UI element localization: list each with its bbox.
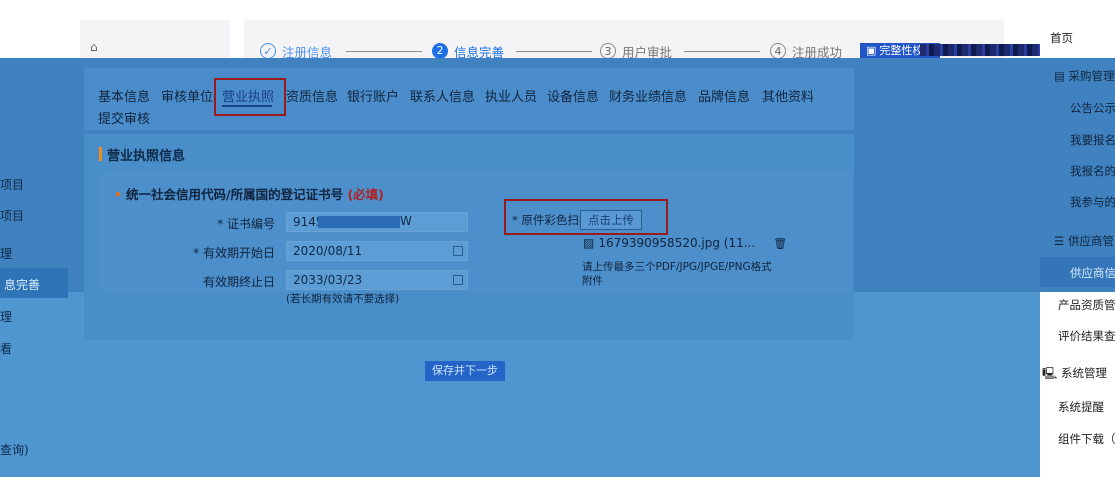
menu-item[interactable]: 产品资质管 xyxy=(1058,297,1115,313)
required-tag: (必填) xyxy=(347,187,384,202)
check-doc-icon: ▣ xyxy=(866,44,877,57)
tab-submit-review[interactable]: 提交审核 xyxy=(98,108,150,127)
redacted-mask xyxy=(318,216,400,228)
tab-brand[interactable]: 品牌信息 xyxy=(698,86,750,105)
tab-contact[interactable]: 联系人信息 xyxy=(410,86,475,105)
upload-button[interactable]: 点击上传 xyxy=(580,210,642,230)
left-nav-item[interactable]: 理 xyxy=(0,245,12,262)
tab-bank-account[interactable]: 银行账户 xyxy=(347,86,399,105)
step-connector xyxy=(346,51,422,52)
image-icon: ▨ xyxy=(583,236,595,250)
file-name[interactable]: 1679390958520.jpg (11... xyxy=(598,236,755,250)
calendar-icon[interactable] xyxy=(453,246,463,256)
section-title: 营业执照信息 xyxy=(107,149,186,164)
tab-practitioners[interactable]: 执业人员 xyxy=(485,86,537,105)
tab-review-unit[interactable]: 审核单位 xyxy=(161,86,213,105)
cert-no-suffix: W xyxy=(400,214,412,228)
menu-item[interactable]: 我参与的 xyxy=(1070,194,1115,210)
tab-basic-info[interactable]: 基本信息 xyxy=(98,86,150,105)
menu-group-procurement[interactable]: ▤ 采购管理 xyxy=(1054,68,1115,84)
bullet-icon: • xyxy=(114,187,122,202)
step-connector xyxy=(516,51,592,52)
tab-highlight-box xyxy=(214,78,286,116)
check-icon: ✓ xyxy=(260,43,276,59)
tab-finance[interactable]: 财务业绩信息 xyxy=(609,86,687,105)
tab-qualification[interactable]: 资质信息 xyxy=(286,86,338,105)
menu-item[interactable]: 评价结果查 xyxy=(1058,328,1115,344)
start-date-label: * 有效期开始日 xyxy=(193,246,275,260)
menu-item[interactable]: 组件下载（ xyxy=(1058,431,1115,447)
save-next-button[interactable]: 保存并下一步 xyxy=(425,361,505,381)
left-nav-item[interactable]: 查询) xyxy=(0,441,29,458)
left-nav-active-label: 息完善 xyxy=(4,278,41,292)
expire-note: (若长期有效请不要选择) xyxy=(286,293,400,305)
left-nav-item[interactable]: 项目 xyxy=(0,176,24,193)
tab-equipment[interactable]: 设备信息 xyxy=(547,86,599,105)
menu-item[interactable]: 我报名的 xyxy=(1070,163,1115,179)
cert-no-label: * 证书编号 xyxy=(217,217,275,231)
end-date-label: 有效期终止日 xyxy=(202,275,275,289)
menu-item-active[interactable]: 供应商信 xyxy=(1070,265,1115,281)
start-date-input[interactable]: 2020/08/11 xyxy=(286,241,468,261)
upload-hint: 请上传最多三个PDF/JPG/JPGE/PNG格式附件 xyxy=(582,261,772,287)
home-link[interactable]: 首页 xyxy=(1050,30,1073,46)
left-nav-item[interactable]: 看 xyxy=(0,340,12,357)
left-nav-item[interactable]: 理 xyxy=(0,308,12,325)
left-nav-item[interactable]: 项目 xyxy=(0,207,24,224)
end-date-input[interactable]: 2033/03/23 xyxy=(286,270,468,290)
menu-group-supplier[interactable]: ☰ 供应商管 xyxy=(1054,233,1114,249)
step-connector xyxy=(684,51,760,52)
logo-card: ⌂ xyxy=(80,20,230,58)
list-icon: ☰ xyxy=(1054,234,1065,248)
monitor-icon: 🖳 xyxy=(1042,366,1058,380)
tab-other[interactable]: 其他资料 xyxy=(762,86,814,105)
menu-group-system[interactable]: 🖳 系统管理 xyxy=(1042,365,1107,385)
menu-item[interactable]: 系统提醒 xyxy=(1058,399,1104,415)
menu-item[interactable]: 我要报名 xyxy=(1070,132,1115,148)
delete-icon[interactable]: 🗑 xyxy=(773,237,787,250)
redacted-band xyxy=(920,44,1040,56)
section-accent-bar xyxy=(99,147,102,161)
menu-item[interactable]: 公告公示 xyxy=(1070,100,1115,116)
uploaded-file[interactable]: ▨ 1679390958520.jpg (11... 🗑 xyxy=(583,236,787,250)
document-icon: ▤ xyxy=(1054,69,1065,83)
field-heading: • 统一社会信用代码/所属国的登记证书号 (必填) xyxy=(114,187,384,202)
home-icon[interactable]: ⌂ xyxy=(90,40,98,54)
calendar-icon[interactable] xyxy=(453,275,463,285)
